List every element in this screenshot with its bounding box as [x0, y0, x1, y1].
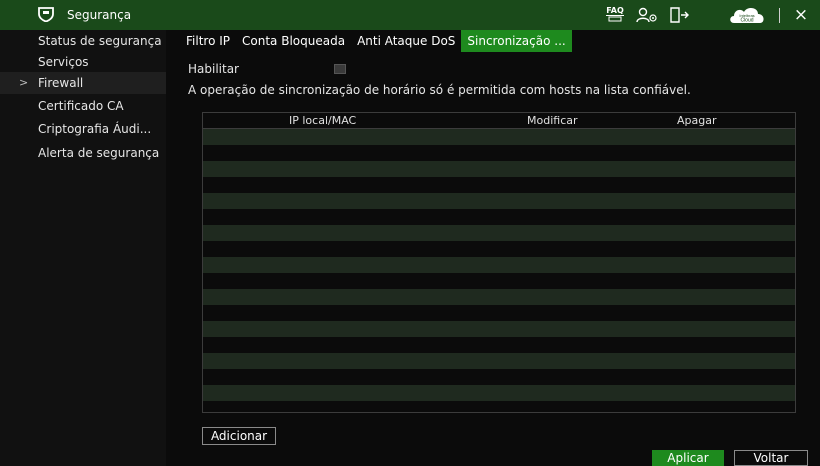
column-header-ip-mac: IP local/MAC	[289, 114, 357, 127]
sidebar-item-label: Alerta de segurança	[38, 146, 160, 160]
exit-icon[interactable]	[668, 6, 690, 24]
table-row	[203, 337, 795, 353]
table-row	[203, 129, 795, 145]
trusted-hosts-table: IP local/MAC Modificar Apagar	[202, 112, 796, 413]
faq-label: FAQ	[606, 5, 624, 16]
sidebar-item-label: Firewall	[38, 76, 84, 90]
sidebar-item-servicos[interactable]: Serviços	[0, 51, 166, 73]
table-row	[203, 177, 795, 193]
table-row	[203, 209, 795, 225]
close-icon[interactable]: ×	[792, 5, 810, 25]
sidebar: Status de segurança Serviços > Firewall …	[0, 30, 166, 466]
sidebar-item-status-seguranca[interactable]: Status de segurança	[0, 30, 166, 52]
sidebar-item-label: Serviços	[38, 55, 89, 69]
tab-conta-bloqueada[interactable]: Conta Bloqueada	[236, 30, 351, 52]
titlebar-divider	[779, 8, 780, 23]
table-row	[203, 353, 795, 369]
user-icon[interactable]	[636, 6, 658, 24]
table-row	[203, 273, 795, 289]
info-note: A operação de sincronização de horário s…	[188, 83, 691, 97]
cloud-text: Cloud	[740, 18, 753, 24]
chevron-right-icon: >	[19, 76, 29, 89]
table-row	[203, 145, 795, 161]
add-button[interactable]: Adicionar	[202, 427, 276, 445]
sidebar-item-firewall[interactable]: > Firewall	[0, 72, 166, 94]
main-panel: Filtro IP Conta Bloqueada Anti Ataque Do…	[166, 30, 820, 466]
tab-bar: Filtro IP Conta Bloqueada Anti Ataque Do…	[180, 30, 572, 52]
tab-filtro-ip[interactable]: Filtro IP	[180, 30, 236, 52]
title-bar: Segurança FAQ Intelbras Cloud ×	[0, 0, 820, 30]
table-row	[203, 385, 795, 401]
faq-icon[interactable]: FAQ	[604, 6, 626, 24]
back-button[interactable]: Voltar	[734, 450, 808, 466]
enable-checkbox[interactable]	[334, 64, 346, 74]
table-row	[203, 369, 795, 385]
cloud-icon[interactable]: Intelbras Cloud	[728, 5, 768, 25]
tab-anti-ataque-dos[interactable]: Anti Ataque DoS	[351, 30, 461, 52]
table-body	[203, 129, 795, 412]
column-header-apagar: Apagar	[677, 114, 717, 127]
table-header: IP local/MAC Modificar Apagar	[203, 113, 795, 129]
column-header-modificar: Modificar	[527, 114, 578, 127]
sidebar-item-label: Criptografia Áudi...	[38, 122, 152, 136]
tab-sincronizacao[interactable]: Sincronização ...	[461, 30, 572, 52]
shield-icon	[38, 7, 54, 22]
table-row	[203, 193, 795, 209]
sidebar-item-criptografia-audio[interactable]: Criptografia Áudi...	[0, 118, 166, 140]
sidebar-item-certificado-ca[interactable]: Certificado CA	[0, 95, 166, 117]
table-row	[203, 241, 795, 257]
sidebar-item-label: Status de segurança	[38, 34, 162, 48]
table-row	[203, 225, 795, 241]
table-row	[203, 161, 795, 177]
table-row	[203, 257, 795, 273]
sidebar-item-alerta-seguranca[interactable]: Alerta de segurança	[0, 142, 166, 164]
table-row	[203, 289, 795, 305]
table-row	[203, 321, 795, 337]
window-title: Segurança	[67, 8, 132, 22]
sidebar-item-label: Certificado CA	[38, 99, 124, 113]
table-row	[203, 401, 795, 412]
apply-button[interactable]: Aplicar	[652, 450, 724, 466]
table-row	[203, 305, 795, 321]
enable-label: Habilitar	[188, 62, 239, 76]
